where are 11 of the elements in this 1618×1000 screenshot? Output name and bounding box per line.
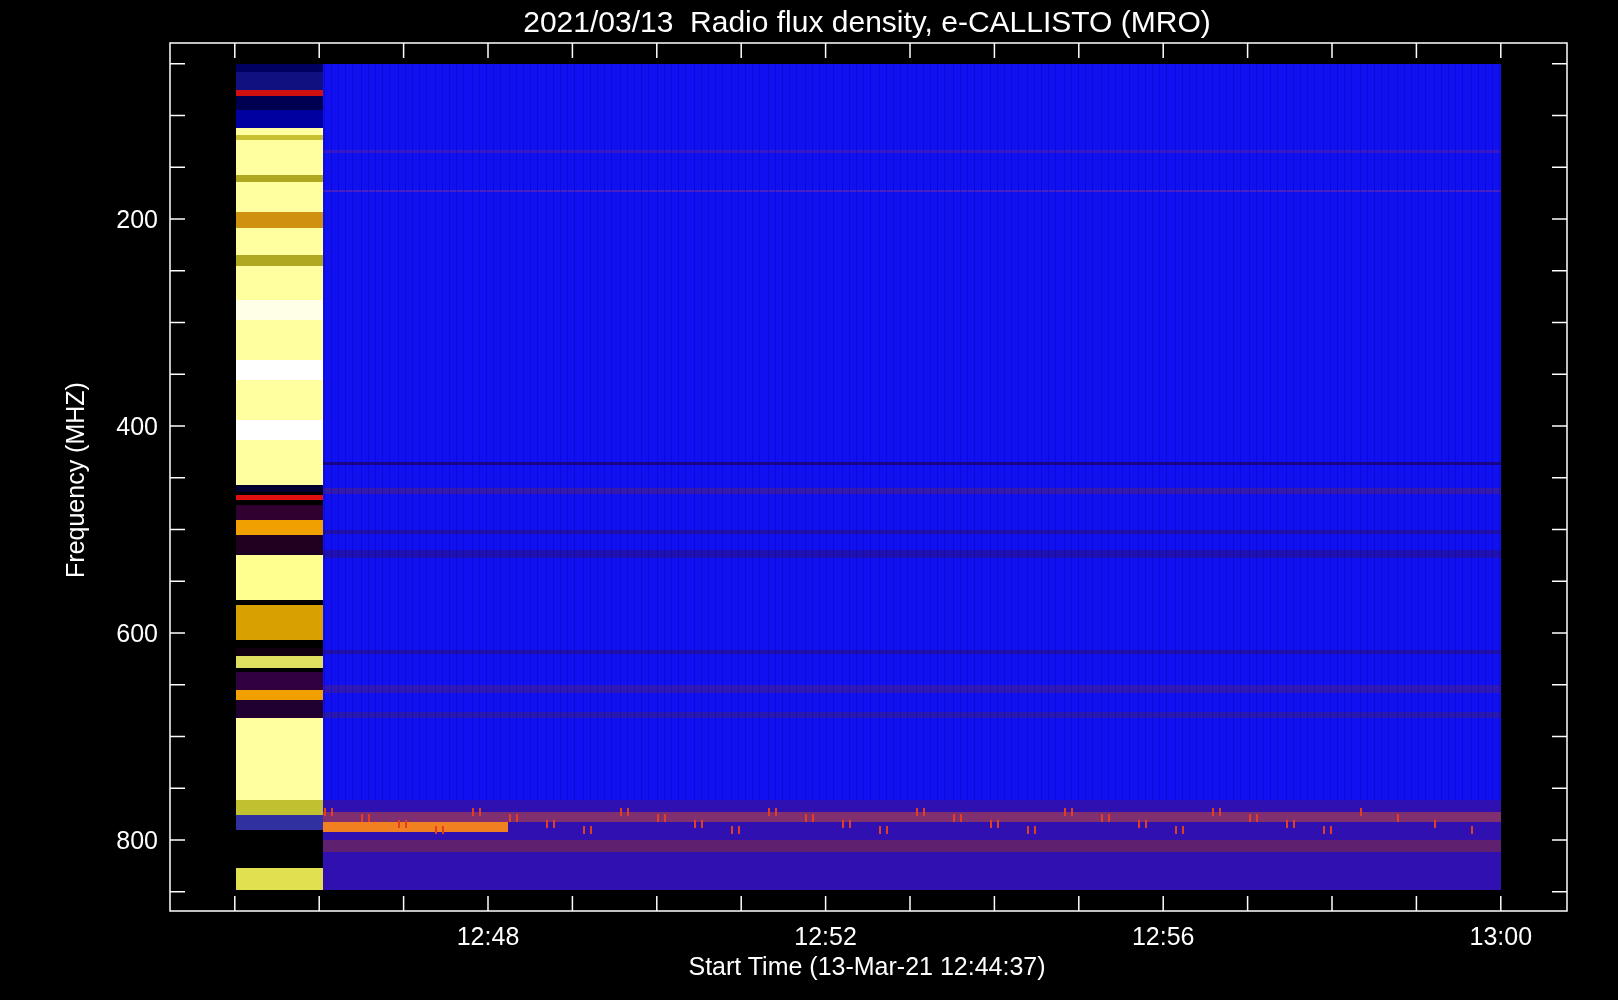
axis-label: Start Time (13-Mar-21 12:44:37) [688, 952, 1046, 980]
tick-label: 600 [116, 619, 158, 647]
tick-label: 13:00 [1469, 922, 1533, 950]
tick-label: 400 [116, 412, 158, 440]
axis-label: Frequency (MHZ) [61, 382, 89, 578]
tick-label: 800 [116, 826, 158, 854]
tick-label: 12:56 [1131, 922, 1195, 950]
tick-label: 12:48 [456, 922, 520, 950]
tick-label: 12:52 [794, 922, 857, 950]
tick-label: 200 [116, 205, 158, 233]
plot-title: 2021/03/13 Radio flux density, e-CALLISTO (MRO) [523, 5, 1211, 38]
